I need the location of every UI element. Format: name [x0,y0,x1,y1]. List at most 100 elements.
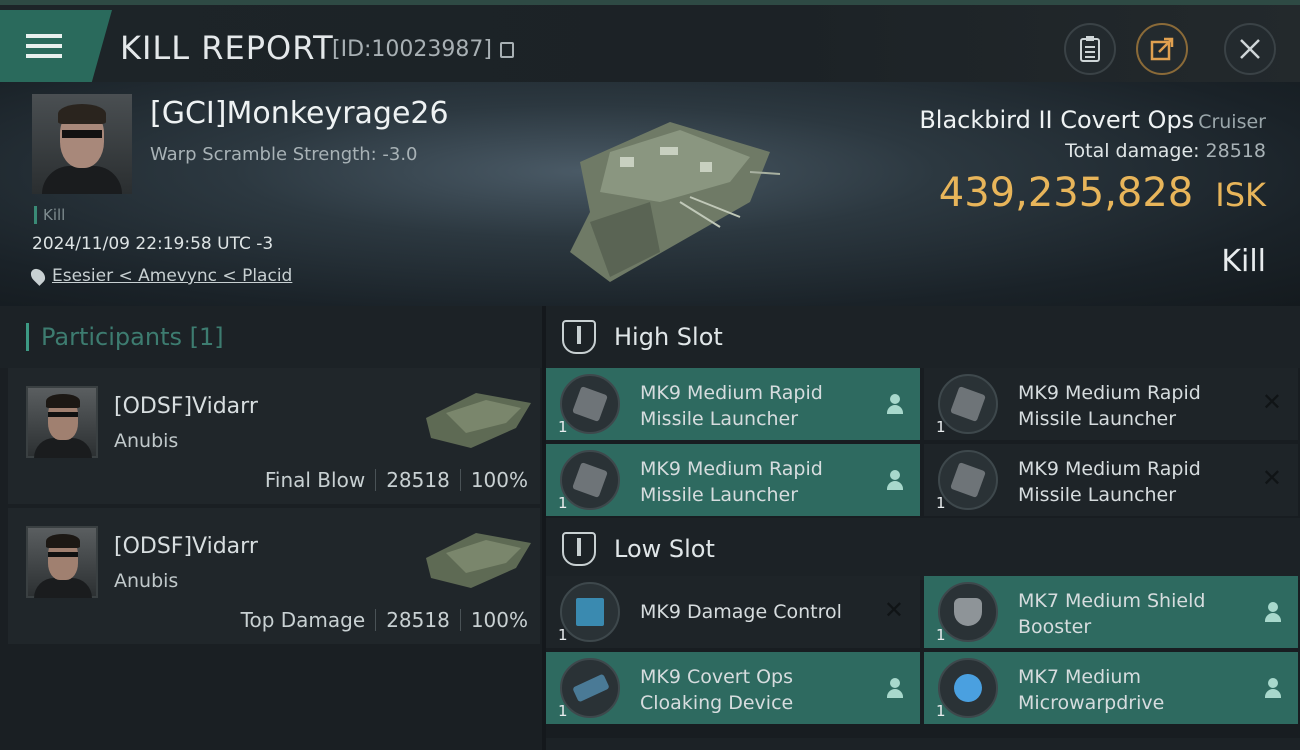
dropped-person-icon [886,394,904,414]
module-item[interactable]: 1 MK9 Medium Rapid Missile Launcher ✕ [924,444,1298,516]
participant-damage: 28518 [386,468,450,492]
module-qty: 1 [558,494,568,512]
module-item[interactable]: 1 MK9 Damage Control ✕ [546,576,920,648]
destroyed-x-icon: ✕ [1261,388,1282,416]
participants-panel: Participants [1] [ODSF]Vidarr Anubis Fin… [0,306,542,750]
module-qty: 1 [936,702,946,720]
module-item[interactable]: 1 MK7 Medium Shield Booster [924,576,1298,648]
microwarpdrive-icon [938,658,998,718]
victim-ship[interactable]: Blackbird II Covert Ops Cruiser [919,106,1266,134]
module-item[interactable]: 1 MK9 Medium Rapid Missile Launcher [546,368,920,440]
participant-name: [ODSF]Vidarr [114,534,258,559]
participant-role: Top Damage [240,608,366,632]
module-qty: 1 [558,418,568,436]
low-slot-icon [562,532,596,566]
total-damage-value: 28518 [1205,140,1266,162]
dropped-person-icon [1264,602,1282,622]
participant-stats: Top Damage 28518 100% [241,608,528,632]
participant-percent: 100% [470,608,528,632]
dropped-person-icon [1264,678,1282,698]
module-name: MK9 Medium Rapid Missile Launcher [640,382,823,430]
high-slot-icon [562,320,596,354]
dropped-person-icon [886,678,904,698]
menu-icon [26,28,62,64]
destroyed-x-icon: ✕ [1261,464,1282,492]
victim-ship-name: Blackbird II Covert Ops [919,106,1195,134]
victim-name[interactable]: [GCI]Monkeyrage26 [150,96,449,131]
fitting-panel: High Slot 1 MK9 Medium Rapid Missile Lau… [546,306,1300,750]
module-name: MK9 Medium Rapid Missile Launcher [1018,458,1201,506]
module-qty: 1 [558,626,568,644]
total-damage-label: Total damage: [1065,140,1200,162]
victim-ship-image [570,122,781,282]
participant-row[interactable]: [ODSF]Vidarr Anubis Top Damage 28518 100… [8,508,540,644]
share-button[interactable] [1136,23,1188,75]
participant-ship-image [426,533,531,588]
kill-tag: Kill [34,206,65,224]
module-qty: 1 [936,494,946,512]
participant-role: Final Blow [264,468,366,492]
isk-value: 439,235,828 ISK [939,170,1266,216]
dropped-person-icon [886,470,904,490]
module-qty: 1 [558,702,568,720]
kill-location-link[interactable]: Esesier < Amevync < Placid [28,266,293,286]
participant-stats: Final Blow 28518 100% [265,468,528,492]
low-slot-header: Low Slot [546,518,1300,580]
close-icon [1240,39,1260,59]
damage-control-icon [560,582,620,642]
clipboard-button[interactable] [1064,23,1116,75]
victim-ship-class: Cruiser [1198,111,1266,133]
participant-row[interactable]: [ODSF]Vidarr Anubis Final Blow 28518 100… [8,368,540,504]
missile-launcher-icon [560,450,620,510]
module-qty: 1 [936,418,946,436]
missile-launcher-icon [938,450,998,510]
module-item[interactable]: 1 MK9 Medium Rapid Missile Launcher [546,444,920,516]
missile-launcher-icon [560,374,620,434]
kill-result: Kill [1221,244,1266,279]
module-name: MK9 Medium Rapid Missile Launcher [1018,382,1201,430]
high-slot-label: High Slot [614,323,723,351]
kill-id[interactable]: [ID:10023987] [332,37,514,62]
victim-avatar[interactable] [32,94,132,194]
module-item[interactable]: 1 MK7 Medium Microwarpdrive [924,652,1298,724]
clipboard-icon [1080,36,1100,62]
location-pin-icon [28,266,48,286]
isk-amount: 439,235,828 [938,170,1194,216]
close-button[interactable] [1224,23,1276,75]
module-name: MK7 Medium Microwarpdrive [1018,666,1165,714]
participants-header: Participants [1] [0,306,542,368]
copy-icon[interactable] [499,41,514,58]
participant-damage: 28518 [386,608,450,632]
participant-name: [ODSF]Vidarr [114,394,258,419]
shield-booster-icon [938,582,998,642]
share-icon [1150,37,1174,61]
module-name: MK9 Medium Rapid Missile Launcher [640,458,823,506]
participant-ship: Anubis [114,570,179,592]
next-slot-header-partial [546,738,1300,750]
destroyed-x-icon: ✕ [883,596,904,624]
module-item[interactable]: 1 MK9 Covert Ops Cloaking Device [546,652,920,724]
module-name: MK9 Damage Control [640,601,842,623]
module-name: MK7 Medium Shield Booster [1018,590,1206,638]
participants-title: Participants [41,323,182,351]
low-slot-label: Low Slot [614,535,715,563]
high-slot-header: High Slot [546,306,1300,368]
page-title: KILL REPORT [120,29,334,67]
participant-avatar[interactable] [26,526,98,598]
location-text: Esesier < Amevync < Placid [52,266,293,286]
participant-avatar[interactable] [26,386,98,458]
participant-percent: 100% [470,468,528,492]
header-bar: KILL REPORT [ID:10023987] [0,0,1300,82]
participants-count: [1] [189,323,224,351]
isk-unit: ISK [1215,176,1266,214]
module-name: MK9 Covert Ops Cloaking Device [640,666,794,714]
victim-summary: [GCI]Monkeyrage26 Warp Scramble Strength… [0,82,1300,306]
participant-ship-image [426,393,531,448]
missile-launcher-icon [938,374,998,434]
participant-ship: Anubis [114,430,179,452]
menu-button[interactable] [0,10,112,82]
module-item[interactable]: 1 MK9 Medium Rapid Missile Launcher ✕ [924,368,1298,440]
warp-scramble-strength: Warp Scramble Strength: -3.0 [150,144,418,165]
module-qty: 1 [936,626,946,644]
kill-datetime: 2024/11/09 22:19:58 UTC -3 [32,234,274,254]
